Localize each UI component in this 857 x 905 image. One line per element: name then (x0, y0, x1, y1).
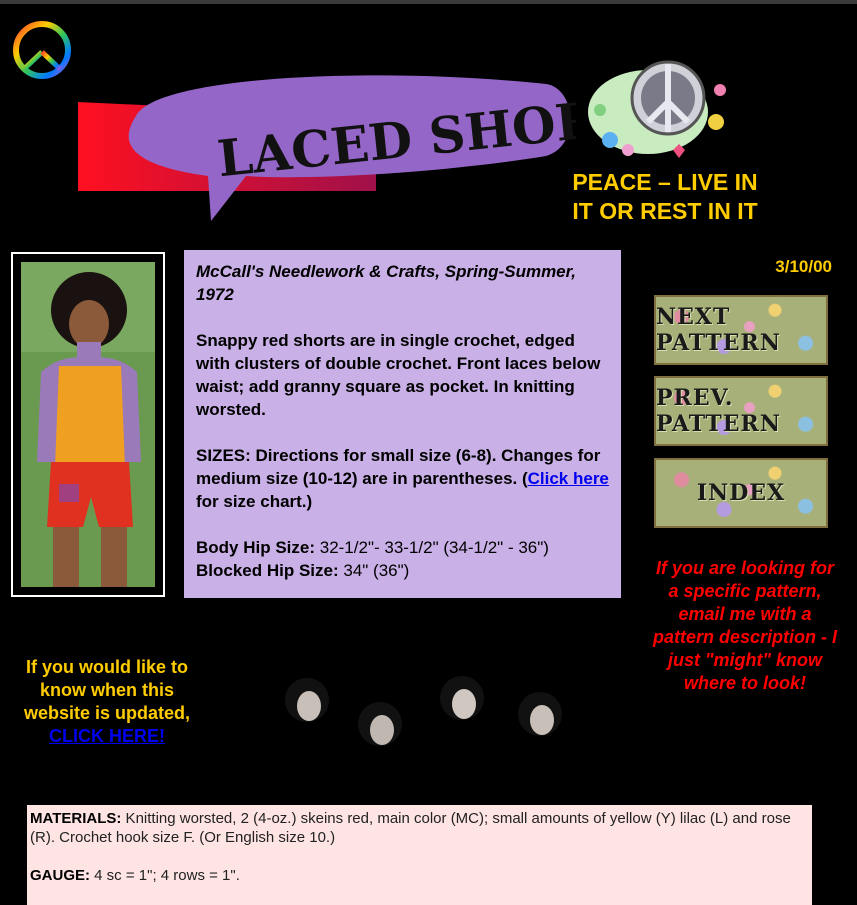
motto-line-1: PEACE – LIVE IN (572, 169, 758, 195)
hip-size-paragraph: Body Hip Size: 32-1/2"- 33-1/2" (34-1/2"… (196, 536, 609, 582)
gauge-paragraph: GAUGE: 4 sc = 1"; 4 rows = 1". (30, 866, 809, 885)
index-button[interactable]: INDEX (654, 458, 828, 528)
materials-text: Knitting worsted, 2 (4-oz.) skeins red, … (30, 810, 791, 846)
motto-line-2: IT OR REST IN IT (572, 198, 758, 224)
prev-pattern-button[interactable]: PREV. PATTERN (654, 376, 828, 446)
update-text: If you would like to know when this webs… (23, 657, 191, 723)
title-banner: LACED SHORTS (76, 56, 672, 226)
pattern-photo (11, 252, 165, 597)
sizes-paragraph: SIZES: Directions for small size (6-8). … (196, 444, 609, 513)
materials-section: MATERIALS: Knitting worsted, 2 (4-oz.) s… (27, 805, 812, 905)
body-hip-label: Body Hip Size: (196, 538, 316, 557)
motto-text: PEACE – LIVE IN IT OR REST IN IT (540, 168, 790, 226)
date-label: 3/10/00 (775, 257, 832, 276)
next-pattern-button[interactable]: NEXT PATTERN (654, 295, 828, 365)
peace-flowers-graphic (588, 52, 733, 162)
materials-label: MATERIALS: (30, 810, 122, 827)
pattern-description: McCall's Needlework & Crafts, Spring-Sum… (184, 250, 621, 598)
pattern-source: McCall's Needlework & Crafts, Spring-Sum… (196, 262, 577, 304)
gauge-label: GAUGE: (30, 867, 90, 884)
sizes-text-2: for size chart.) (196, 492, 313, 511)
update-notice: If you would like to know when this webs… (22, 656, 192, 748)
materials-paragraph: MATERIALS: Knitting worsted, 2 (4-oz.) s… (30, 809, 809, 847)
blocked-hip-label: Blocked Hip Size: (196, 561, 339, 580)
blocked-hip-value: 34" (36") (338, 561, 410, 580)
size-chart-link[interactable]: Click here (528, 469, 609, 488)
pattern-body: Snappy red shorts are in single crochet,… (196, 331, 601, 419)
body-hip-value: 32-1/2"- 33-1/2" (34-1/2" - 36") (315, 538, 549, 557)
gauge-text: 4 sc = 1"; 4 rows = 1". (90, 867, 240, 884)
sizes-label: SIZES: (196, 446, 251, 465)
looking-for-pattern-text: If you are looking for a specific patter… (652, 558, 838, 693)
beatles-faces-graphic (262, 660, 592, 760)
peace-sign-icon (12, 20, 72, 80)
update-signup-link[interactable]: CLICK HERE! (22, 725, 192, 748)
window-top-bar (0, 0, 857, 4)
